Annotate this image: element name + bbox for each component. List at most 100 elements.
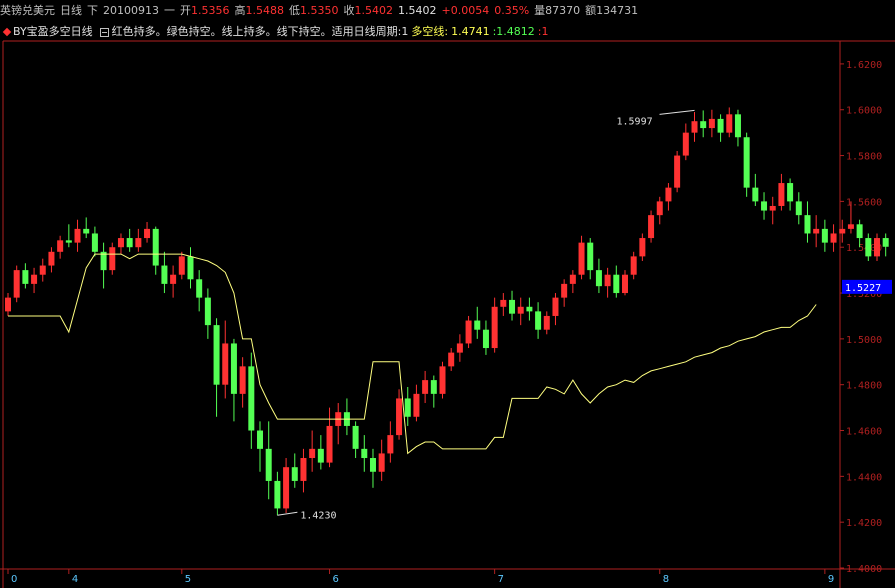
high-annotation-label: 1.5997 [617, 116, 653, 127]
candle-body [621, 274, 628, 294]
candle-body [535, 311, 542, 330]
y-tick-label: 1.6200 [846, 60, 882, 71]
candle-body [526, 306, 533, 312]
candle-body [491, 306, 498, 349]
candle-body [509, 299, 516, 314]
x-tick-label: 8 [663, 574, 669, 585]
candle-body [804, 215, 811, 234]
candle-body [291, 467, 298, 481]
y-tick-label: 1.5800 [846, 152, 882, 163]
y-tick-label: 1.4200 [846, 518, 882, 529]
candle-body [117, 238, 124, 248]
candle-body [856, 224, 863, 239]
candle-body [239, 366, 246, 394]
candle-body [456, 343, 463, 353]
candle-body [369, 458, 376, 472]
candle-body [656, 201, 663, 216]
candle-body [691, 121, 698, 133]
candle-body [578, 242, 585, 275]
candle-body [769, 205, 776, 211]
candle-body [717, 118, 724, 133]
candle-body [326, 425, 333, 463]
candle-body [830, 233, 837, 243]
x-tick-label: 7 [498, 574, 504, 585]
candle-body [639, 238, 646, 257]
candle-body [404, 398, 411, 417]
y-tick-label: 1.4800 [846, 381, 882, 392]
candle-body [135, 238, 142, 248]
candle-body [204, 297, 211, 326]
candle-body [187, 256, 194, 280]
candle-body [65, 240, 72, 243]
current-price-label: 1.5227 [845, 283, 881, 294]
candle-body [57, 240, 64, 252]
candle-body [874, 238, 880, 257]
candle-body [39, 265, 46, 275]
candle-body [152, 228, 159, 266]
candle-body [604, 274, 611, 287]
candle-body [352, 425, 359, 449]
candle-body [734, 114, 741, 138]
candle-body [787, 183, 794, 202]
candlestick-chart[interactable]: 1.62001.60001.58001.56001.54001.52001.50… [0, 0, 895, 588]
y-tick-label: 1.4000 [846, 564, 882, 575]
candle-body [448, 352, 455, 367]
x-tick-label: 5 [185, 574, 191, 585]
candle-body [74, 228, 81, 243]
candle-body [48, 251, 55, 266]
candle-body [865, 238, 872, 257]
candle-body [674, 155, 681, 188]
x-tick-label: 0 [11, 574, 17, 585]
candle-body [257, 430, 264, 449]
candle-body [161, 265, 168, 284]
candle-body [482, 329, 489, 349]
candle-body [396, 398, 403, 436]
candle-body [847, 224, 854, 229]
candle-body [387, 435, 394, 454]
candle-body [170, 274, 177, 284]
candle-body [465, 320, 472, 344]
candle-body [300, 458, 307, 481]
candle-body [83, 228, 90, 234]
candle-body [552, 297, 559, 316]
candle-body [561, 283, 568, 298]
candle-body [795, 201, 802, 216]
candle-body [517, 306, 524, 314]
candle-body [743, 137, 750, 188]
candle-body [708, 118, 715, 129]
candle-body [361, 448, 368, 459]
candle-body [265, 448, 272, 481]
candle-body [22, 270, 29, 284]
candle-body [595, 270, 602, 287]
candle-body [230, 343, 237, 394]
candle-body [309, 448, 316, 459]
candle-body [648, 215, 655, 239]
candle-body [109, 247, 116, 271]
candle-body [726, 114, 733, 133]
candle-body [274, 480, 281, 509]
candle-body [91, 233, 98, 252]
low-annotation-label: 1.4230 [300, 510, 336, 521]
candle-body [31, 274, 38, 284]
candle-body [839, 228, 846, 234]
candle-body [821, 228, 828, 243]
low-annotation-leader [277, 511, 298, 516]
candle-body [213, 325, 220, 385]
candle-body [778, 183, 785, 206]
candle-body [413, 393, 420, 417]
candle-body [178, 256, 185, 275]
candle-body [474, 320, 481, 330]
candle-body [283, 467, 290, 509]
candle-body [430, 380, 437, 394]
candle-body [378, 453, 385, 472]
candle-body [569, 274, 576, 284]
y-tick-label: 1.4600 [846, 427, 882, 438]
candle-body [630, 256, 637, 275]
y-tick-label: 1.6000 [846, 106, 882, 117]
candle-body [752, 187, 759, 202]
candle-body [439, 366, 446, 394]
candle-body [543, 315, 550, 330]
x-tick-label: 9 [828, 574, 834, 585]
candle-body [422, 380, 429, 394]
candle-body [196, 279, 203, 298]
